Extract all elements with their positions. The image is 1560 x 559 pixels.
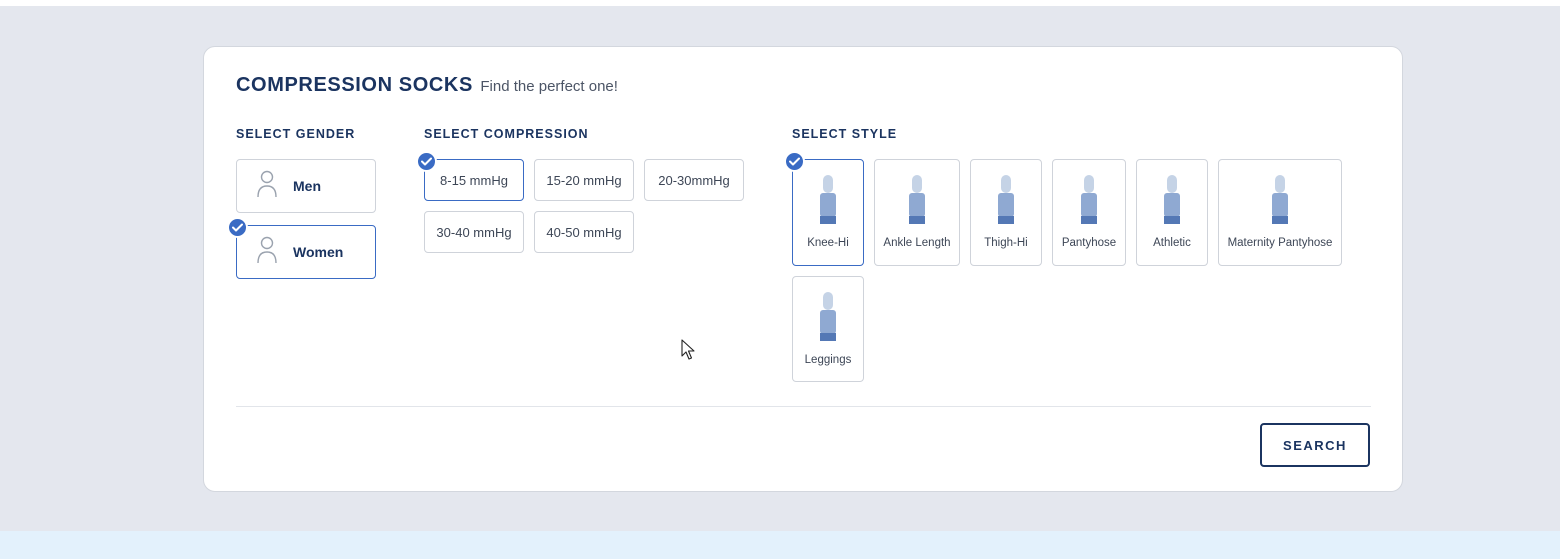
style-option-label: Maternity Pantyhose <box>1227 237 1333 249</box>
divider <box>236 406 1371 407</box>
compression-section-label: SELECT COMPRESSION <box>424 127 589 141</box>
compression-option-8-15[interactable]: 8-15 mmHg <box>424 159 524 201</box>
style-option-maternity-pantyhose[interactable]: Maternity Pantyhose <box>1218 159 1342 266</box>
style-option-label: Athletic <box>1153 237 1191 249</box>
check-icon <box>416 151 437 172</box>
sock-icon <box>1164 175 1180 230</box>
sock-icon <box>1272 175 1288 230</box>
style-option-knee-hi[interactable]: Knee-Hi <box>792 159 864 266</box>
sock-finder-card: COMPRESSION SOCKS Find the perfect one! … <box>203 46 1403 492</box>
gender-option-men[interactable]: Men <box>236 159 376 213</box>
sock-icon <box>909 175 925 230</box>
check-icon <box>784 151 805 172</box>
compression-option-15-20[interactable]: 15-20 mmHg <box>534 159 634 201</box>
person-icon <box>257 236 277 269</box>
compression-option-20-30[interactable]: 20-30mmHg <box>644 159 744 201</box>
style-option-athletic[interactable]: Athletic <box>1136 159 1208 266</box>
style-option-leggings[interactable]: Leggings <box>792 276 864 382</box>
style-option-label: Pantyhose <box>1061 237 1117 249</box>
person-icon <box>257 170 277 203</box>
gender-option-label: Women <box>293 244 344 260</box>
gender-section-label: SELECT GENDER <box>236 127 356 141</box>
sock-icon <box>820 292 836 347</box>
page-subtitle: Find the perfect one! <box>480 78 618 95</box>
page-title: COMPRESSION SOCKS <box>236 74 473 96</box>
mouse-cursor-icon <box>681 339 695 366</box>
gender-option-women[interactable]: Women <box>236 225 376 279</box>
compression-option-30-40[interactable]: 30-40 mmHg <box>424 211 524 253</box>
style-option-pantyhose[interactable]: Pantyhose <box>1052 159 1126 266</box>
style-option-label: Ankle Length <box>883 237 951 249</box>
compression-option-40-50[interactable]: 40-50 mmHg <box>534 211 634 253</box>
sock-icon <box>820 175 836 230</box>
search-button[interactable]: SEARCH <box>1260 423 1370 467</box>
sock-icon <box>1081 175 1097 230</box>
top-strip <box>0 0 1560 6</box>
title-row: COMPRESSION SOCKS Find the perfect one! <box>236 74 618 97</box>
gender-option-label: Men <box>293 178 321 194</box>
sock-icon <box>998 175 1014 230</box>
style-option-label: Knee-Hi <box>807 237 849 249</box>
style-section-label: SELECT STYLE <box>792 127 898 141</box>
style-option-label: Leggings <box>804 354 852 366</box>
bottom-strip <box>0 531 1560 559</box>
style-option-ankle-length[interactable]: Ankle Length <box>874 159 960 266</box>
style-option-thigh-hi[interactable]: Thigh-Hi <box>970 159 1042 266</box>
style-option-label: Thigh-Hi <box>984 237 1028 249</box>
check-icon <box>227 217 248 238</box>
